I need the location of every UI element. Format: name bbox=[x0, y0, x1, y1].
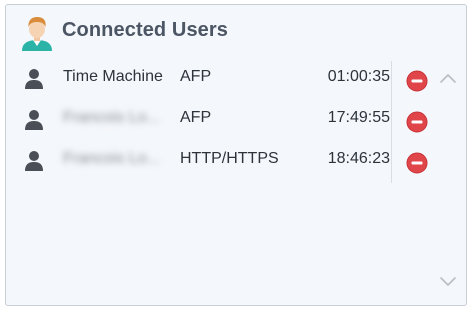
connection-row: Francois Lo... AFP 17:49:55 bbox=[6, 100, 390, 140]
chevron-down-icon[interactable] bbox=[438, 275, 458, 289]
disconnect-button[interactable] bbox=[406, 152, 428, 174]
widget-title: Connected Users bbox=[62, 19, 228, 41]
user-icon bbox=[25, 151, 43, 171]
connection-row: Francois Lo... HTTP/HTTPS 18:46:23 bbox=[6, 141, 390, 181]
connection-duration: 17:49:55 bbox=[327, 109, 390, 126]
disconnect-button[interactable] bbox=[406, 70, 428, 92]
connection-user-name: Time Machine bbox=[63, 68, 163, 85]
user-icon bbox=[25, 69, 43, 89]
widget-header: Connected Users bbox=[6, 5, 466, 57]
column-divider bbox=[391, 61, 392, 183]
connection-protocol: AFP bbox=[180, 68, 212, 85]
connection-duration: 01:00:35 bbox=[327, 68, 390, 85]
connection-user-name: Francois Lo... bbox=[63, 150, 160, 167]
connection-user-name: Francois Lo... bbox=[63, 109, 160, 126]
user-avatar-icon bbox=[22, 17, 52, 51]
connection-row: Time Machine AFP 01:00:35 bbox=[6, 59, 390, 99]
connected-users-widget: Connected Users Time Machine AFP 01:00:3… bbox=[5, 4, 467, 306]
connection-protocol: AFP bbox=[180, 109, 212, 126]
connection-protocol: HTTP/HTTPS bbox=[180, 150, 279, 167]
user-icon bbox=[25, 110, 43, 130]
connection-duration: 18:46:23 bbox=[327, 150, 390, 167]
chevron-up-icon[interactable] bbox=[438, 71, 458, 85]
disconnect-button[interactable] bbox=[406, 111, 428, 133]
